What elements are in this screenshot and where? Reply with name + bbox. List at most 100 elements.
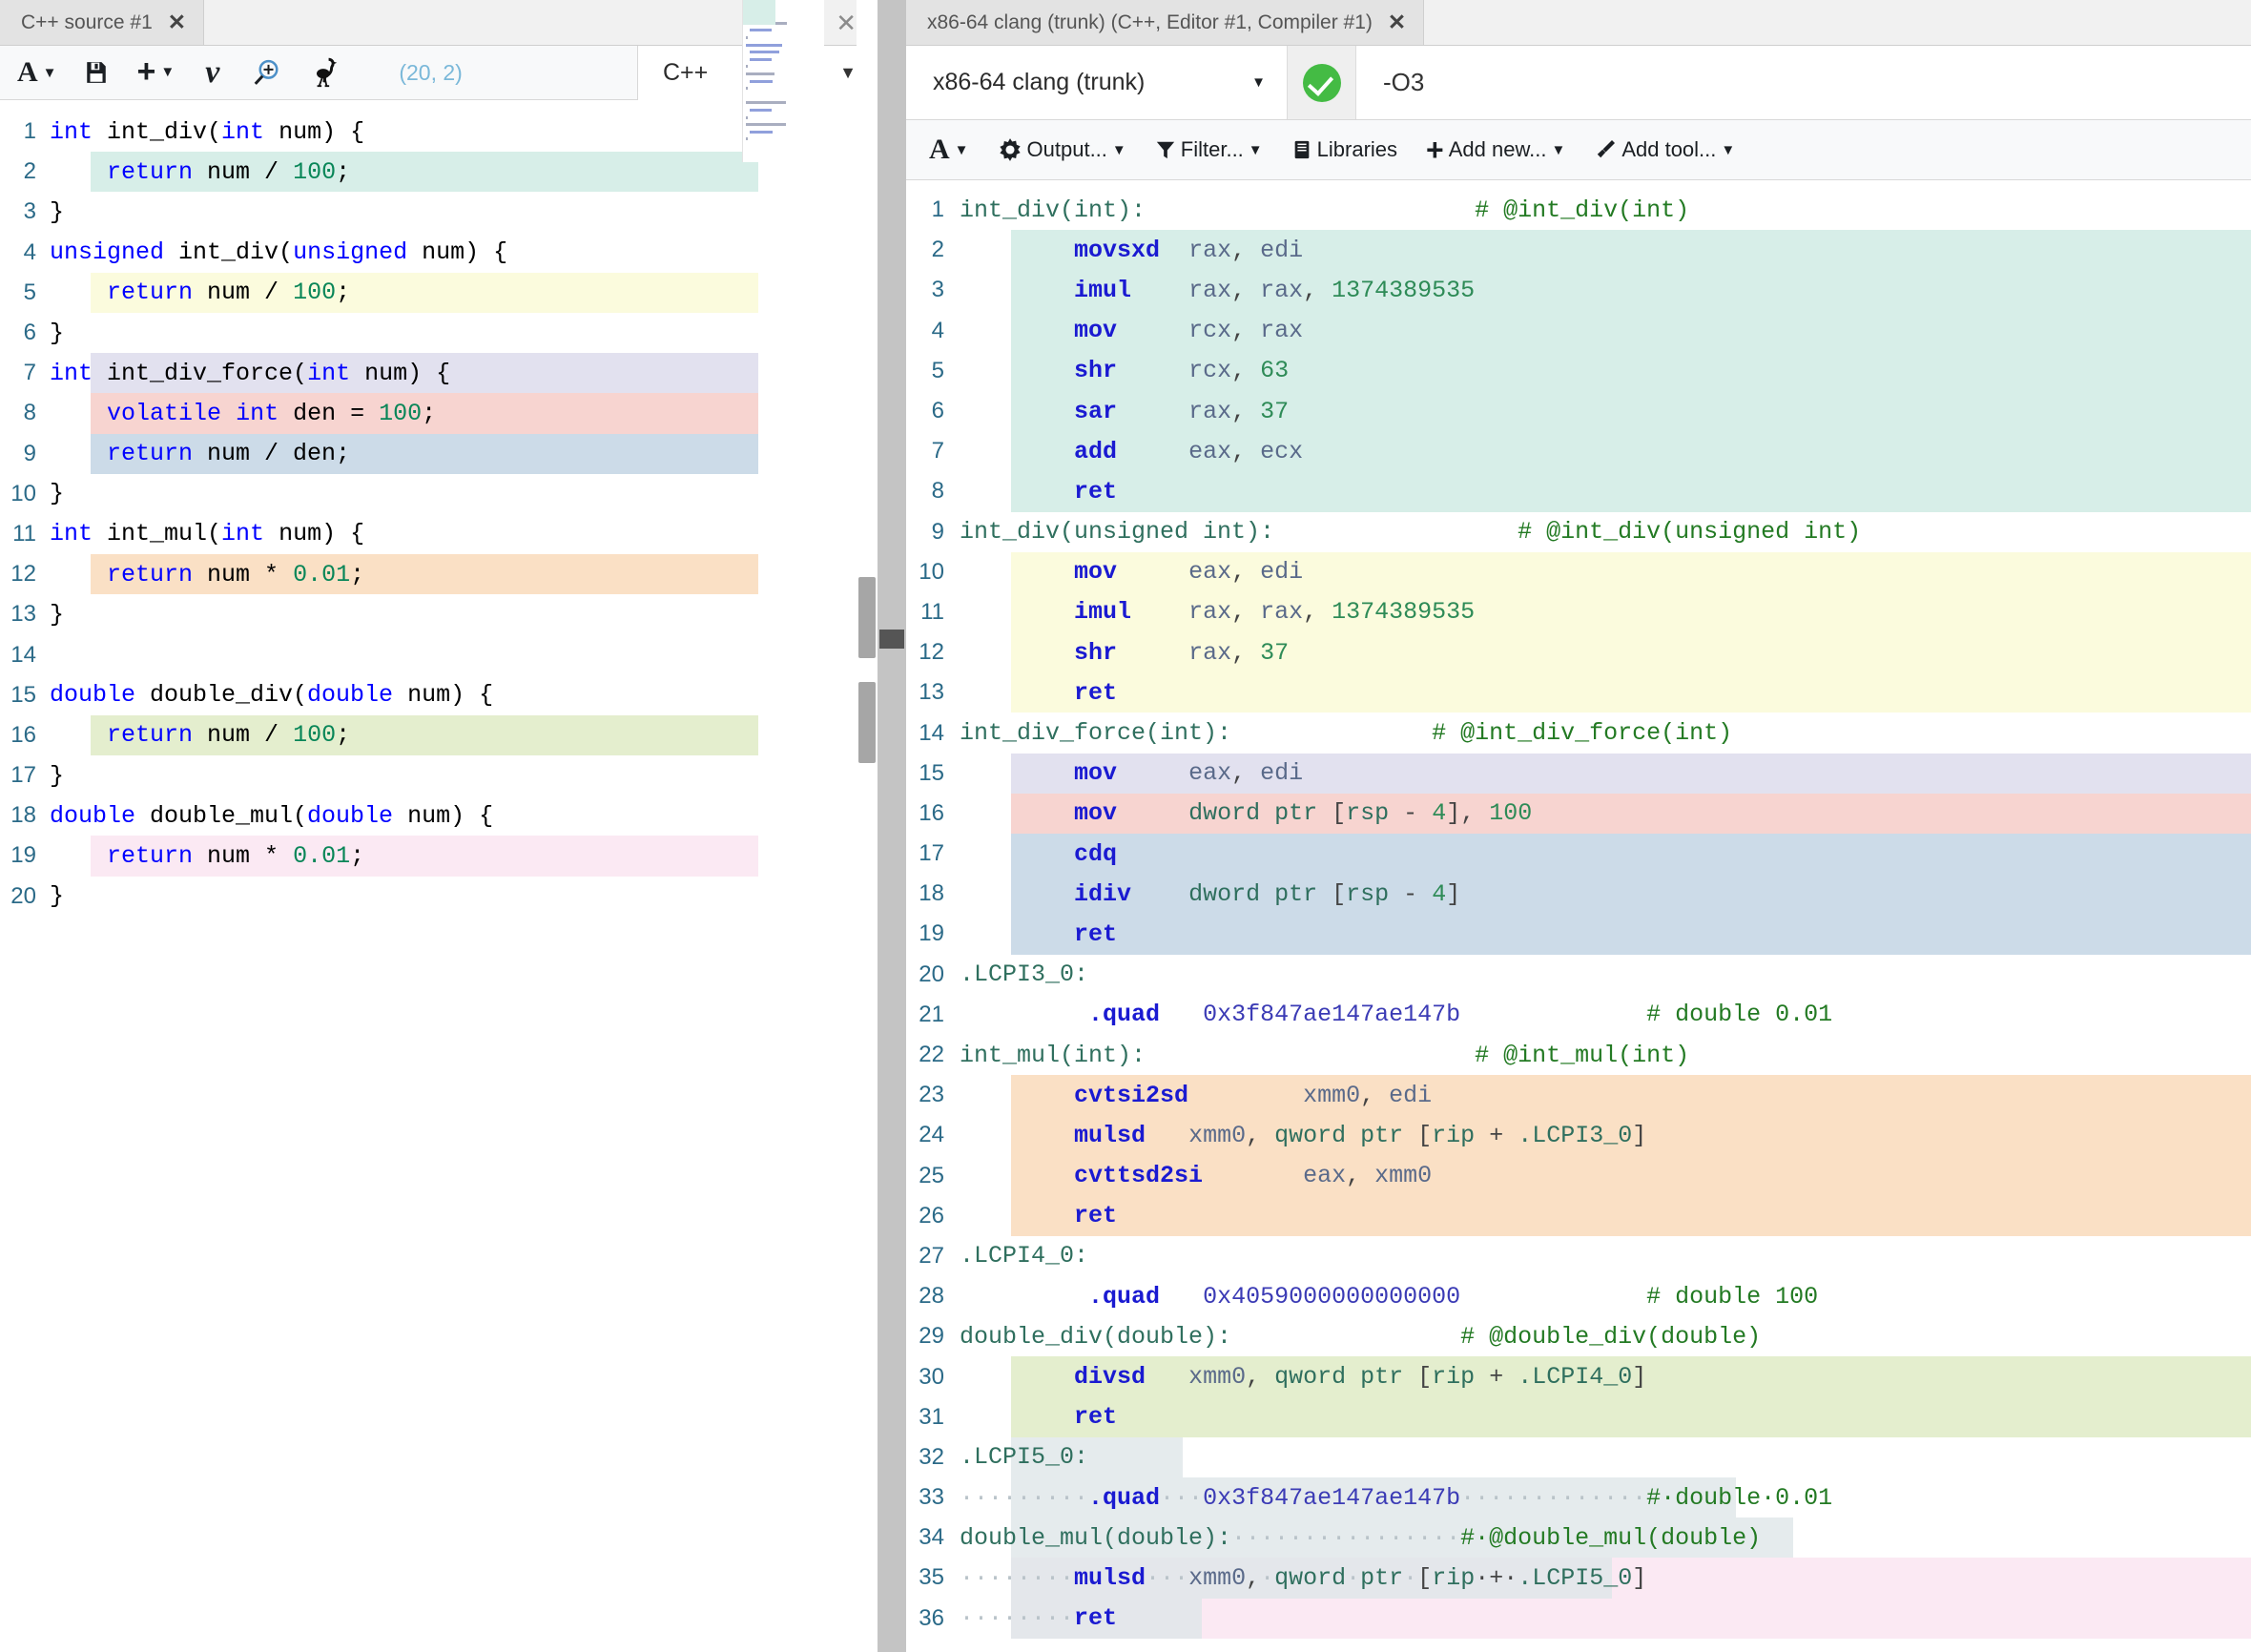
tab-cpp-source-1[interactable]: C++ source #1 ✕ <box>0 0 205 45</box>
code-line[interactable]: 6} <box>0 313 878 353</box>
save-button[interactable] <box>71 53 122 92</box>
code-line[interactable]: 22 int_mul(int): # @int_mul(int) <box>906 1035 2251 1075</box>
output-button[interactable]: Output... ▼ <box>988 132 1136 168</box>
pane-splitter[interactable] <box>878 0 906 1652</box>
code-line[interactable]: 29 double_div(double): # @double_div(doub… <box>906 1316 2251 1356</box>
code-line[interactable]: 1 int_div(int): # @int_div(int) <box>906 190 2251 230</box>
tab-x86-64-clang-trunk[interactable]: x86-64 clang (trunk) (C++, Editor #1, Co… <box>906 0 1425 45</box>
code-line[interactable]: 20} <box>0 877 878 917</box>
ostrich-button[interactable] <box>298 52 351 93</box>
code-line[interactable]: 16 return num / 100; <box>0 714 878 755</box>
code-line[interactable]: 3 imul rax, rax, 1374389535 <box>906 270 2251 311</box>
source-scrollbar-thumb-2[interactable] <box>858 682 876 763</box>
code-line[interactable]: 10 mov eax, edi <box>906 551 2251 592</box>
token: eax <box>1303 1162 1347 1190</box>
code-line[interactable]: 8 volatile int den = 100; <box>0 393 878 434</box>
code-line[interactable]: 12 return num * 0.01; <box>0 554 878 595</box>
code-line[interactable]: 35 ········mulsd···xmm0,·qword·ptr·[rip·+… <box>906 1558 2251 1599</box>
code-line[interactable]: 25 cvttsd2si eax, xmm0 <box>906 1155 2251 1196</box>
code-line[interactable]: 10} <box>0 474 878 514</box>
add-button[interactable]: + ▼ <box>126 55 187 90</box>
add-tool-button[interactable]: Add tool... ▼ <box>1584 132 1745 168</box>
code-line[interactable]: 2 movsxd rax, edi <box>906 230 2251 271</box>
code-line[interactable]: 19 ret <box>906 914 2251 955</box>
code-line[interactable]: 18 idiv dword ptr [rsp - 4] <box>906 874 2251 915</box>
code-line[interactable]: 18 double double_mul(double num) { <box>0 795 878 836</box>
source-minimap[interactable] <box>742 0 824 162</box>
code-line[interactable]: 5 return num / 100; <box>0 272 878 313</box>
code-line[interactable]: 36 ········ret <box>906 1598 2251 1639</box>
code-line[interactable]: 30 divsd xmm0, qword ptr [rip + .LCPI4_0… <box>906 1356 2251 1397</box>
token: double_div( <box>135 681 308 710</box>
filter-icon <box>1156 141 1174 159</box>
splitter-grip[interactable] <box>879 630 904 649</box>
code-line[interactable]: 33 ·········.quad···0x3f847ae147ae147b···… <box>906 1477 2251 1518</box>
code-line[interactable]: 24 mulsd xmm0, qword ptr [rip + .LCPI3_0… <box>906 1115 2251 1156</box>
token: 100 <box>293 157 337 186</box>
compile-status[interactable] <box>1288 46 1356 119</box>
code-line[interactable]: 13 ret <box>906 672 2251 713</box>
font-size-button[interactable]: A ▼ <box>8 51 67 94</box>
assembly-output-area[interactable]: 1 int_div(int): # @int_div(int) 2 movsxd r… <box>906 180 2251 1652</box>
source-code-area[interactable]: 1 int int_div(int num) {2 return num / 10… <box>0 100 878 1652</box>
close-icon[interactable]: ✕ <box>836 10 857 35</box>
code-line[interactable]: 8 ret <box>906 471 2251 512</box>
code-line[interactable]: 15 mov eax, edi <box>906 753 2251 794</box>
libraries-button[interactable]: Libraries <box>1282 132 1407 168</box>
token: num) { <box>264 117 365 146</box>
code-line[interactable]: 4 unsigned int_div(unsigned num) { <box>0 233 878 273</box>
asm-font-size-button[interactable]: A ▼ <box>919 128 979 172</box>
code-line[interactable]: 3} <box>0 192 878 232</box>
code-line[interactable]: 9 int_div(unsigned int): # @int_div(unsig… <box>906 512 2251 552</box>
code-line[interactable]: 7 int int_div_force(int num) { <box>0 353 878 394</box>
token: idiv <box>1074 879 1132 908</box>
code-line[interactable]: 13} <box>0 594 878 634</box>
code-line[interactable]: 28 .quad 0x4059000000000000 # double 100 <box>906 1276 2251 1316</box>
code-line[interactable]: 17 cdq <box>906 834 2251 875</box>
code-line[interactable]: 31 ret <box>906 1396 2251 1437</box>
code-line[interactable]: 26 ret <box>906 1195 2251 1236</box>
line-text: unsigned int_div(unsigned num) { <box>50 238 507 266</box>
line-number: 16 <box>919 799 944 826</box>
code-line[interactable]: 6 sar rax, 37 <box>906 390 2251 432</box>
vim-mode-button[interactable]: ν <box>190 53 235 91</box>
code-line[interactable]: 19 return num * 0.01; <box>0 836 878 877</box>
zoom-button[interactable] <box>238 52 294 93</box>
compiler-select[interactable]: x86-64 clang (trunk) ▼ <box>906 46 1288 119</box>
filter-button[interactable]: Filter... ▼ <box>1146 132 1272 168</box>
code-line[interactable]: 15 double double_div(double num) { <box>0 675 878 715</box>
code-line[interactable]: 23 cvtsi2sd xmm0, edi <box>906 1075 2251 1116</box>
token: int_div_force(int): <box>960 719 1232 748</box>
close-icon[interactable]: ✕ <box>1388 11 1406 33</box>
code-line[interactable]: 14 int_div_force(int): # @int_div_force(i… <box>906 712 2251 753</box>
code-line[interactable]: 17} <box>0 755 878 795</box>
line-text: .LCPI4_0: <box>960 1242 1088 1270</box>
source-scrollbar-thumb[interactable] <box>858 577 876 658</box>
code-line[interactable]: 21 .quad 0x3f847ae147ae147b # double 0.0… <box>906 995 2251 1035</box>
token: return <box>107 157 194 186</box>
token: shr <box>1074 357 1118 385</box>
code-line[interactable]: 4 mov rcx, rax <box>906 310 2251 351</box>
code-line[interactable]: 16 mov dword ptr [rsp - 4], 100 <box>906 793 2251 834</box>
line-number: 12 <box>919 639 944 666</box>
code-line[interactable]: 14 <box>0 634 878 674</box>
code-line[interactable]: 27 .LCPI4_0: <box>906 1236 2251 1276</box>
code-line[interactable]: 9 return num / den; <box>0 433 878 474</box>
check-circle-icon <box>1302 63 1341 102</box>
code-line[interactable]: 7 add eax, ecx <box>906 431 2251 472</box>
code-line[interactable]: 32 .LCPI5_0: <box>906 1436 2251 1477</box>
code-line[interactable]: 20 .LCPI3_0: <box>906 955 2251 995</box>
compiler-options-input[interactable]: -O3 <box>1356 46 2251 119</box>
source-scrollbar-track[interactable] <box>857 0 878 1652</box>
minimap-viewport[interactable] <box>743 0 775 25</box>
close-icon[interactable]: ✕ <box>168 11 186 33</box>
add-new-button[interactable]: + Add new... ▼ <box>1416 132 1575 168</box>
code-line[interactable]: 34 double_mul(double):················#·@… <box>906 1518 2251 1559</box>
code-line[interactable]: 11 int int_mul(int num) { <box>0 514 878 554</box>
code-line[interactable]: 12 shr rax, 37 <box>906 632 2251 673</box>
code-line[interactable]: 5 shr rcx, 63 <box>906 350 2251 391</box>
code-line[interactable]: 11 imul rax, rax, 1374389535 <box>906 591 2251 633</box>
